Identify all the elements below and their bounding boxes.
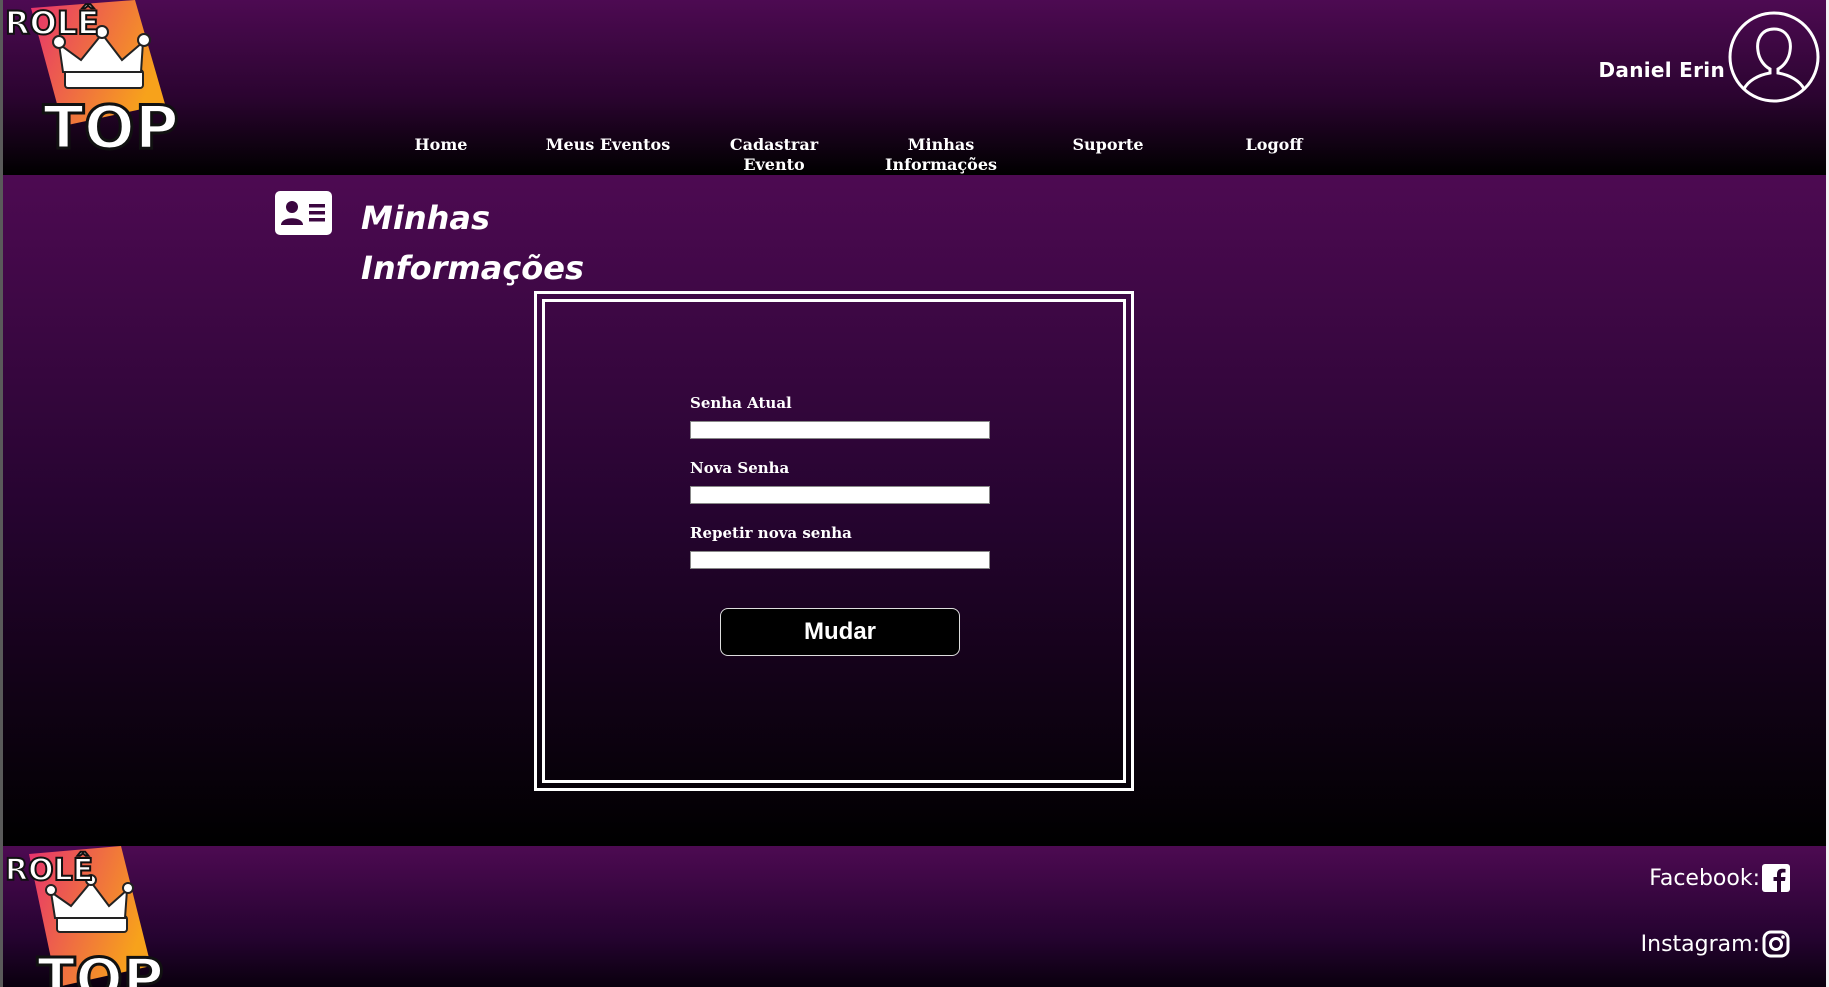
brand-logo[interactable]: ROLÊ TOP <box>3 0 213 155</box>
footer: ROLÊ TOP Facebook: Instagram: <box>3 846 1826 987</box>
nav-cadastrar-evento[interactable]: Cadastrar Evento <box>699 135 849 175</box>
brand-logo-line2: TOP <box>43 93 179 155</box>
header: ROLÊ TOP Home Meus Eventos Cadastrar Eve… <box>3 0 1826 175</box>
nav-minhas-informacoes[interactable]: Minhas Informações <box>866 135 1016 175</box>
facebook-link[interactable]: Facebook: <box>1649 864 1790 892</box>
current-password-input[interactable] <box>690 421 990 439</box>
page-title: Minhas Informações <box>361 199 585 287</box>
nav-meus-eventos[interactable]: Meus Eventos <box>533 135 683 155</box>
nav-logoff[interactable]: Logoff <box>1199 135 1349 155</box>
change-password-form: Senha Atual Nova Senha Repetir nova senh… <box>542 299 1126 783</box>
instagram-label: Instagram: <box>1640 931 1760 957</box>
facebook-label: Facebook: <box>1649 865 1760 891</box>
main-content: Minhas Informações Senha Atual Nova Senh… <box>3 175 1826 846</box>
brand-logo-line1: ROLÊ <box>5 4 99 42</box>
user-name: Daniel Erin <box>1598 58 1725 82</box>
contact-card-icon <box>275 191 332 235</box>
footer-brand-logo-graphic: ROLÊ TOP <box>4 846 165 987</box>
instagram-link[interactable]: Instagram: <box>1641 930 1790 958</box>
new-password-input[interactable] <box>690 486 990 504</box>
repeat-password-input[interactable] <box>690 551 990 569</box>
new-password-label: Nova Senha <box>690 459 790 477</box>
brand-logo-graphic: ROLÊ TOP <box>4 0 180 155</box>
repeat-password-label: Repetir nova senha <box>690 524 852 542</box>
user-avatar-icon[interactable] <box>1728 11 1820 103</box>
change-password-panel: Senha Atual Nova Senha Repetir nova senh… <box>534 291 1134 791</box>
change-password-button[interactable]: Mudar <box>720 608 960 656</box>
nav-suporte[interactable]: Suporte <box>1033 135 1183 155</box>
nav-home[interactable]: Home <box>366 135 516 155</box>
footer-brand-logo-line2: TOP <box>37 947 164 987</box>
instagram-icon <box>1762 930 1790 958</box>
facebook-icon <box>1762 864 1790 892</box>
footer-brand-logo-line1: ROLÊ <box>5 852 93 888</box>
footer-brand-logo[interactable]: ROLÊ TOP <box>3 846 193 987</box>
app-window: ROLÊ TOP Home Meus Eventos Cadastrar Eve… <box>0 0 1829 987</box>
current-password-label: Senha Atual <box>690 394 792 412</box>
main-nav: Home Meus Eventos Cadastrar Evento Minha… <box>366 135 1366 175</box>
